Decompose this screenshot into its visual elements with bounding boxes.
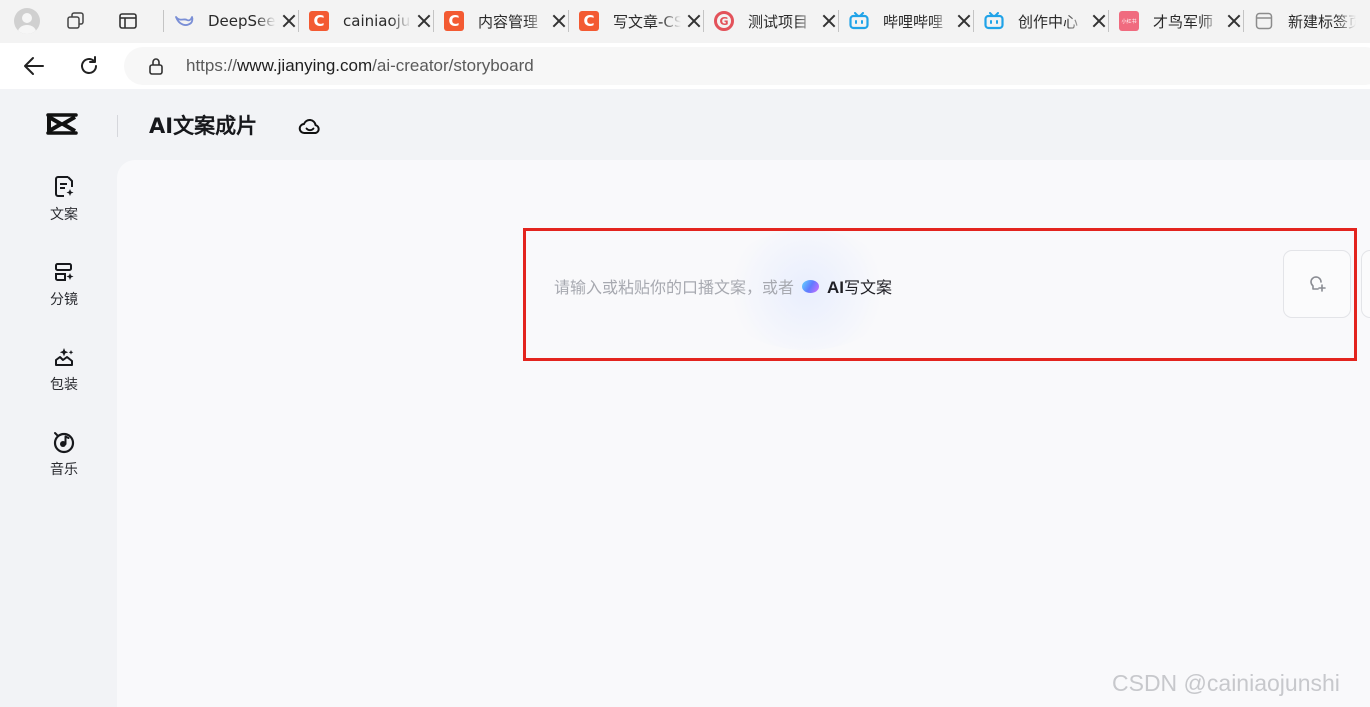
ai-link-prefix: AI: [827, 278, 845, 297]
url-text[interactable]: https://www.jianying.com/ai-creator/stor…: [186, 56, 534, 76]
workspaces-button[interactable]: [59, 4, 93, 38]
sidebar-item-label: 分镜: [50, 292, 78, 308]
close-tab-icon[interactable]: [822, 14, 836, 28]
browser-tab[interactable]: 创作中心: [974, 6, 1108, 36]
tab-title: cainiaojunshi: [343, 12, 411, 30]
csdn-icon: C: [309, 11, 329, 31]
lock-icon[interactable]: [148, 57, 164, 75]
close-tab-icon[interactable]: [282, 14, 296, 28]
close-tab-icon[interactable]: [957, 14, 971, 28]
url-scheme: https://: [186, 56, 238, 75]
back-arrow-icon: [24, 57, 44, 75]
url-host: www.jianying.com: [237, 56, 373, 75]
sidebar-item-label: 文案: [50, 207, 78, 223]
vertical-tabs-button[interactable]: [111, 4, 145, 38]
csdn-watermark: CSDN @cainiaojunshi: [1112, 670, 1340, 696]
browser-tab[interactable]: 小红书 才鸟军师: [1109, 6, 1243, 36]
browser-tab-strip: DeepSeekCcainiaojunshiC内容管理C写文章-CSDNG测试项…: [0, 0, 1370, 43]
tab-title: 测试项目: [748, 12, 809, 31]
browser-tab[interactable]: Ccainiaojunshi: [299, 6, 433, 36]
next-action-button[interactable]: [1361, 250, 1370, 318]
ai-link-suffix: 写文案: [844, 278, 893, 297]
browser-tab[interactable]: C 内容管理: [434, 6, 568, 36]
cloud-save-button[interactable]: [296, 113, 324, 139]
voice-input-button[interactable]: [1283, 250, 1351, 318]
csdn-icon: C: [444, 11, 464, 31]
reload-icon: [81, 56, 97, 74]
sidebar-item-label: 音乐: [50, 462, 78, 478]
sidebar-item-script[interactable]: 文案: [28, 175, 100, 235]
jianying-app: AI文案成片 文案 分镜 包装 音乐: [0, 89, 1370, 707]
ai-write-script-link[interactable]: AI写文案: [827, 274, 892, 298]
browser-tab[interactable]: 新建标签页: [1244, 6, 1370, 36]
deepseek-whale-icon: [174, 11, 194, 31]
new-tab-page-icon: [1254, 11, 1274, 31]
script-input-placeholder: 请输入或粘贴你的口播文案，或者: [554, 278, 795, 297]
ai-orb-icon: [802, 279, 820, 293]
tab-title: 创作中心: [1018, 12, 1079, 31]
tab-title: 新建标签页: [1288, 12, 1356, 31]
bilibili-icon: [984, 11, 1004, 31]
music-icon: [53, 432, 75, 454]
close-tab-icon[interactable]: [1227, 14, 1241, 28]
sidebar-item-storyboard[interactable]: 分镜: [28, 260, 100, 320]
storyboard-icon: [55, 263, 74, 281]
tab-title: 内容管理: [478, 12, 539, 31]
voice-input-icon: [1310, 276, 1326, 292]
bilibili-icon: [849, 11, 869, 31]
back-button[interactable]: [17, 49, 51, 83]
browser-tab[interactable]: G 测试项目: [704, 6, 838, 36]
close-tab-icon[interactable]: [687, 14, 701, 28]
tab-title: 哔哩哔哩: [883, 12, 944, 31]
browser-tab[interactable]: 哔哩哔哩: [839, 6, 973, 36]
sidebar-item-label: 包装: [50, 377, 78, 393]
script-icon: [55, 176, 74, 197]
tab-title: 才鸟军师: [1153, 12, 1214, 31]
close-tab-icon[interactable]: [552, 14, 566, 28]
reload-button[interactable]: [72, 49, 106, 83]
url-path: /ai-creator/storyboard: [372, 56, 534, 75]
close-tab-icon[interactable]: [1092, 14, 1106, 28]
csdn-icon: C: [579, 11, 599, 31]
packaging-icon: [55, 348, 74, 366]
browser-tab[interactable]: C 写文章-CSDN: [569, 6, 703, 36]
sidebar-item-packaging[interactable]: 包装: [28, 345, 100, 405]
script-input[interactable]: 请输入或粘贴你的口播文案，或者 AI写文案: [554, 274, 892, 298]
g-ring-icon: G: [714, 11, 734, 31]
cloud-icon: [298, 119, 320, 134]
browser-tab[interactable]: DeepSeek: [164, 6, 298, 36]
page-title: AI文案成片: [149, 114, 258, 138]
capcut-logo-icon: [46, 113, 78, 135]
sidebar-item-music[interactable]: 音乐: [28, 430, 100, 490]
tab-title: DeepSeek: [208, 12, 276, 30]
tab-actions-icon: [119, 13, 137, 29]
profile-avatar-icon: [14, 8, 40, 34]
tab-title: 写文章-CSDN: [613, 12, 681, 31]
close-tab-icon[interactable]: [417, 14, 431, 28]
xiaohongshu-icon: 小红书: [1119, 11, 1139, 31]
header-divider: [117, 115, 118, 137]
address-bar[interactable]: https://www.jianying.com/ai-creator/stor…: [124, 47, 1370, 85]
browser-toolbar: https://www.jianying.com/ai-creator/stor…: [0, 43, 1370, 89]
workspaces-icon: [67, 12, 84, 29]
capcut-logo[interactable]: [44, 109, 80, 143]
profile-avatar-button[interactable]: [10, 4, 44, 38]
